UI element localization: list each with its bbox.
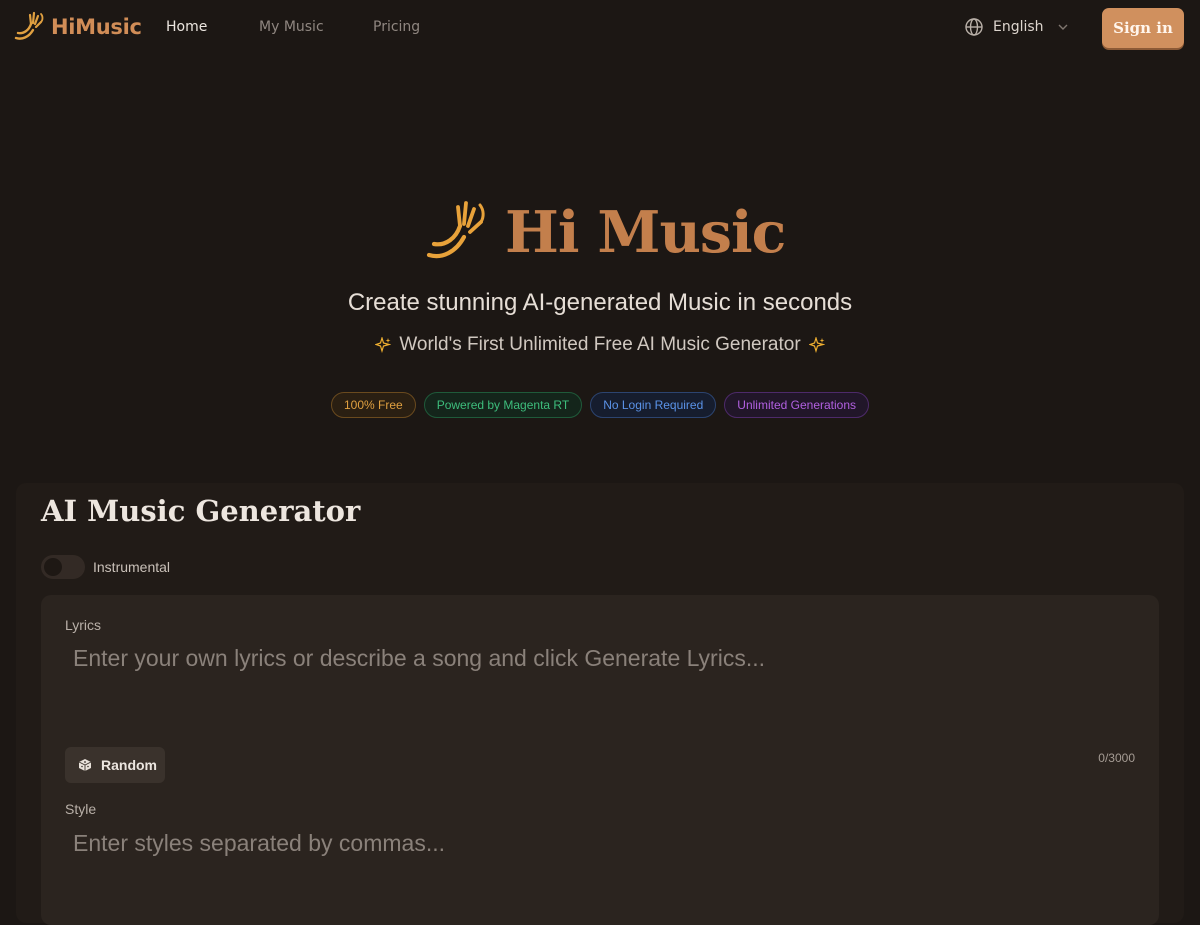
toggle-knob	[44, 558, 62, 576]
hero-tagline: World's First Unlimited Free AI Music Ge…	[0, 334, 1200, 356]
globe-icon	[965, 18, 983, 36]
sign-in-button[interactable]: Sign in	[1102, 8, 1184, 48]
chevron-down-icon	[1058, 24, 1068, 30]
tagline-text: World's First Unlimited Free AI Music Ge…	[399, 334, 801, 355]
hero-subtitle: Create stunning AI-generated Music in se…	[347, 289, 853, 316]
generator-title: AI Music Generator	[41, 494, 361, 528]
top-navbar: HiMusic Home My Music Pricing English Si…	[0, 0, 1200, 56]
style-label: Style	[65, 801, 97, 817]
sparkles-icon	[375, 337, 392, 353]
hero-hand-wave-icon	[426, 201, 485, 259]
feature-badges: 100% Free Powered by Magenta RT No Login…	[0, 392, 1200, 418]
lyrics-input[interactable]	[65, 645, 1135, 735]
sparkles-icon	[808, 337, 825, 353]
badge-powered-by: Powered by Magenta RT	[423, 392, 583, 418]
nav-home[interactable]: Home	[166, 19, 207, 35]
language-selector[interactable]: English	[964, 17, 1069, 37]
instrumental-label: Instrumental	[93, 559, 171, 575]
nav-pricing[interactable]: Pricing	[373, 19, 420, 35]
badge-no-login: No Login Required	[590, 392, 717, 418]
instrumental-toggle[interactable]	[41, 555, 85, 579]
dice-icon	[78, 759, 92, 771]
brand-name: HiMusic	[51, 15, 142, 39]
badge-unlimited: Unlimited Generations	[724, 392, 870, 418]
style-input[interactable]	[65, 828, 1135, 858]
char-counter: 0/3000	[1098, 751, 1135, 765]
lyrics-label: Lyrics	[65, 617, 102, 633]
hand-wave-icon	[14, 11, 44, 40]
random-button[interactable]: Random	[65, 747, 165, 783]
nav-my-music[interactable]: My Music	[259, 19, 324, 35]
badge-free: 100% Free	[330, 392, 416, 418]
brand-logo[interactable]: HiMusic	[14, 10, 142, 44]
hero-title: Hi Music	[505, 199, 786, 266]
language-label: English	[993, 19, 1044, 35]
random-label: Random	[101, 757, 157, 773]
